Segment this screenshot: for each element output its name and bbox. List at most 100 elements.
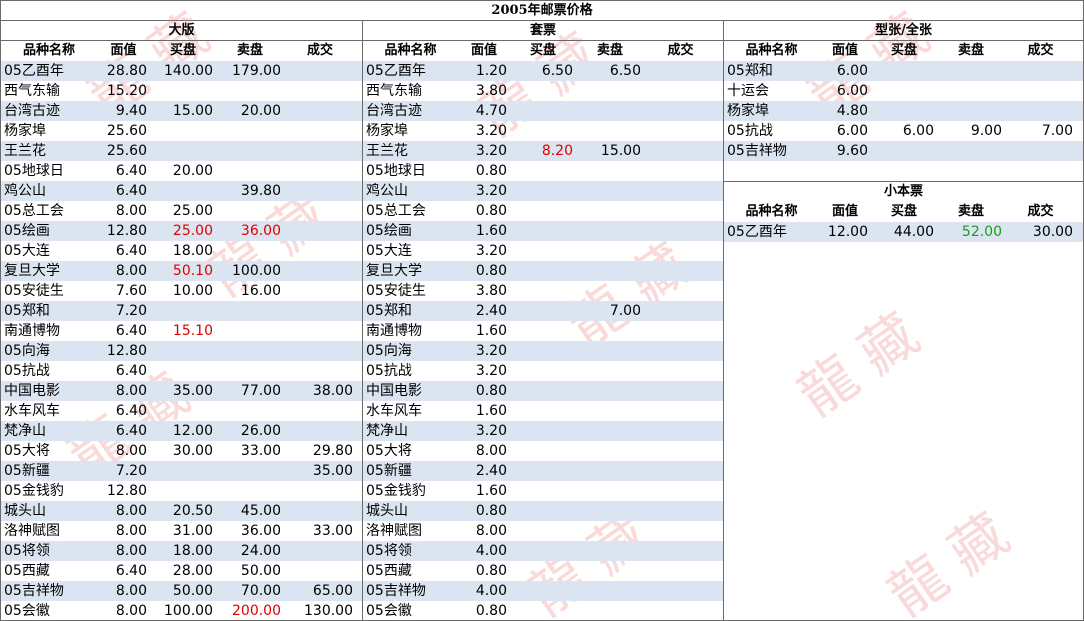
buy-cell bbox=[871, 101, 937, 121]
sell-cell bbox=[576, 341, 644, 361]
table-row: 05将领 4.00 bbox=[363, 541, 723, 561]
buy-cell: 20.00 bbox=[172, 163, 213, 179]
buy-cell: 6.00 bbox=[902, 123, 934, 139]
deal-cell bbox=[284, 161, 356, 181]
table-row: 05抗战 3.20 bbox=[363, 361, 723, 381]
buy-cell bbox=[150, 361, 216, 381]
deal-cell bbox=[644, 601, 717, 621]
table-row: 05将领 8.00 18.00 24.00 bbox=[1, 541, 362, 561]
deal-cell bbox=[644, 81, 717, 101]
name-cell: 05郑和 bbox=[4, 303, 50, 319]
buy-cell bbox=[150, 181, 216, 201]
name-cell: 05大将 bbox=[366, 443, 412, 459]
table-row: 中国电影 0.80 bbox=[363, 381, 723, 401]
table-row: 05西藏 0.80 bbox=[363, 561, 723, 581]
name-cell: 南通博物 bbox=[366, 323, 422, 339]
table-row: 05绘画 1.60 bbox=[363, 221, 723, 241]
sell-cell bbox=[576, 81, 644, 101]
buy-cell bbox=[150, 481, 216, 501]
sell-cell bbox=[576, 101, 644, 121]
watermark-seal-icon: 龍 藏 bbox=[786, 301, 931, 430]
deal-cell bbox=[284, 281, 356, 301]
face-value-cell: 12.80 bbox=[106, 223, 147, 239]
name-cell: 洛神赋图 bbox=[4, 523, 60, 539]
sell-cell: 200.00 bbox=[232, 603, 281, 619]
name-cell: 05安徒生 bbox=[4, 283, 64, 299]
face-value-cell: 8.00 bbox=[115, 523, 147, 539]
column-header-row: 品种名称 面值 买盘 卖盘 成交 bbox=[1, 41, 362, 61]
face-value-cell: 1.60 bbox=[475, 483, 507, 499]
face-value-cell: 3.20 bbox=[475, 363, 507, 379]
face-value-cell: 6.40 bbox=[115, 183, 147, 199]
sell-cell bbox=[937, 101, 1005, 121]
buy-cell bbox=[510, 301, 576, 321]
sell-cell: 6.50 bbox=[609, 63, 641, 79]
deal-cell bbox=[644, 421, 717, 441]
deal-cell bbox=[284, 301, 356, 321]
buy-cell: 25.00 bbox=[172, 223, 213, 239]
sell-cell bbox=[937, 141, 1005, 161]
face-value-cell: 0.80 bbox=[475, 383, 507, 399]
section-large-sheet: 大版 品种名称 面值 买盘 卖盘 成交 05乙酉年 28.80 140.00 179.00 西气… bbox=[1, 21, 362, 621]
name-cell: 西气东输 bbox=[366, 83, 422, 99]
table-row: 05吉祥物 4.00 bbox=[363, 581, 723, 601]
buy-cell: 18.00 bbox=[172, 243, 213, 259]
name-cell: 05乙酉年 bbox=[4, 63, 64, 79]
table-row: 05安徒生 3.80 bbox=[363, 281, 723, 301]
table-row: 05郑和 7.20 bbox=[1, 301, 362, 321]
buy-cell: 25.00 bbox=[172, 203, 213, 219]
table-row: 十运会 6.00 bbox=[724, 81, 1083, 101]
table-body: 05郑和 6.00 十运会 6.00 杨家埠 4.80 05抗战 6.00 6.00 9.00 7.… bbox=[724, 61, 1083, 161]
face-value-cell: 7.20 bbox=[115, 303, 147, 319]
name-cell: 05绘画 bbox=[366, 223, 412, 239]
deal-cell bbox=[284, 141, 356, 161]
sell-cell: 39.80 bbox=[240, 183, 281, 199]
name-cell: 05新疆 bbox=[366, 463, 412, 479]
buy-cell bbox=[510, 441, 576, 461]
buy-cell bbox=[510, 581, 576, 601]
sell-cell bbox=[216, 461, 284, 481]
face-value-cell: 6.00 bbox=[836, 83, 868, 99]
name-cell: 05向海 bbox=[366, 343, 412, 359]
deal-cell bbox=[644, 341, 717, 361]
table-row: 05地球日 6.40 20.00 bbox=[1, 161, 362, 181]
name-cell: 05乙酉年 bbox=[366, 63, 426, 79]
sell-cell bbox=[576, 361, 644, 381]
face-value-cell: 15.20 bbox=[106, 83, 147, 99]
face-value-cell: 4.00 bbox=[475, 543, 507, 559]
buy-cell bbox=[510, 481, 576, 501]
deal-cell bbox=[644, 61, 717, 81]
deal-cell bbox=[644, 501, 717, 521]
deal-cell bbox=[284, 481, 356, 501]
sell-cell bbox=[576, 261, 644, 281]
buy-cell: 100.00 bbox=[164, 603, 213, 619]
deal-cell bbox=[284, 361, 356, 381]
buy-cell: 6.50 bbox=[541, 63, 573, 79]
deal-cell bbox=[644, 101, 717, 121]
sell-cell bbox=[576, 601, 644, 621]
face-value-cell: 0.80 bbox=[475, 603, 507, 619]
deal-cell bbox=[644, 461, 717, 481]
sell-cell: 20.00 bbox=[240, 103, 281, 119]
table-row: 南通博物 6.40 15.10 bbox=[1, 321, 362, 341]
column-header: 买盘 bbox=[169, 43, 196, 58]
buy-cell: 12.00 bbox=[172, 423, 213, 439]
name-cell: 中国电影 bbox=[366, 383, 422, 399]
face-value-cell: 1.60 bbox=[475, 323, 507, 339]
buy-cell: 50.00 bbox=[172, 583, 213, 599]
face-value-cell: 9.40 bbox=[115, 103, 147, 119]
column-header: 成交 bbox=[1027, 43, 1054, 58]
face-value-cell: 7.60 bbox=[115, 283, 147, 299]
sell-cell: 36.00 bbox=[240, 223, 281, 239]
buy-cell bbox=[871, 141, 937, 161]
table-row: 鸡公山 3.20 bbox=[363, 181, 723, 201]
face-value-cell: 7.20 bbox=[115, 463, 147, 479]
face-value-cell: 3.20 bbox=[475, 143, 507, 159]
face-value-cell: 0.80 bbox=[475, 203, 507, 219]
column-header: 卖盘 bbox=[957, 204, 984, 219]
deal-cell bbox=[644, 281, 717, 301]
face-value-cell: 8.00 bbox=[115, 603, 147, 619]
table-row: 中国电影 8.00 35.00 77.00 38.00 bbox=[1, 381, 362, 401]
face-value-cell: 1.60 bbox=[475, 223, 507, 239]
sell-cell: 100.00 bbox=[232, 263, 281, 279]
